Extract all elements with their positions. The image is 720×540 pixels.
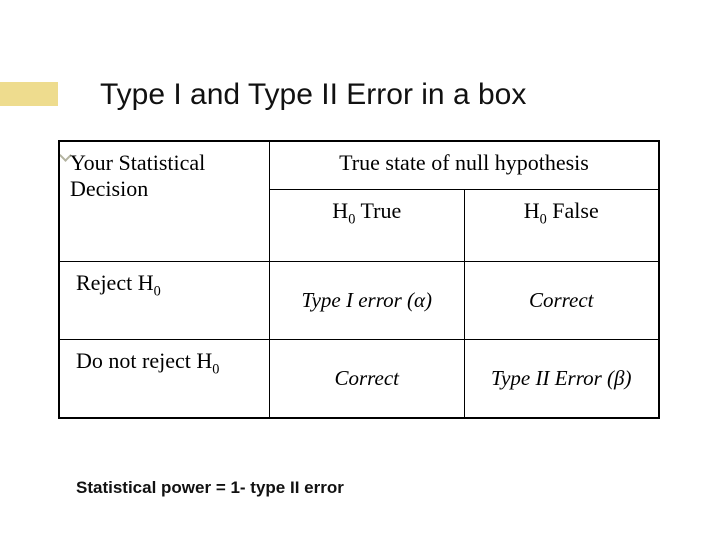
h0-false-prefix: H [524,198,540,223]
error-table: Your Statistical Decision True state of … [58,140,660,419]
cell-type-i-error: Type I error (α) [270,262,465,340]
row-axis-line2: Decision [70,176,148,201]
cell-correct-reject: Correct [464,262,659,340]
slide-title: Type I and Type II Error in a box [100,78,526,112]
row-header-not-reject: Do not reject H0 [60,340,270,418]
row-header-reject: Reject H0 [60,262,270,340]
h0-false-suffix: False [547,198,599,223]
reject-sub: 0 [154,283,161,299]
row-axis-line1: Your Statistical [70,150,205,175]
not-reject-prefix: Do not reject H [76,348,212,373]
col-header-h0-true: H0 True [270,190,465,262]
footnote-power: Statistical power = 1- type II error [76,478,344,498]
h0-true-prefix: H [332,198,348,223]
not-reject-sub: 0 [212,361,219,377]
col-header-h0-false: H0 False [464,190,659,262]
col-axis-header: True state of null hypothesis [270,142,659,190]
cell-correct-retain: Correct [270,340,465,418]
h0-true-suffix: True [355,198,401,223]
row-axis-header: Your Statistical Decision [60,142,270,262]
cell-type-ii-error: Type II Error (β) [464,340,659,418]
accent-bar [0,82,58,106]
reject-prefix: Reject H [76,270,154,295]
h0-false-sub: 0 [540,211,547,227]
